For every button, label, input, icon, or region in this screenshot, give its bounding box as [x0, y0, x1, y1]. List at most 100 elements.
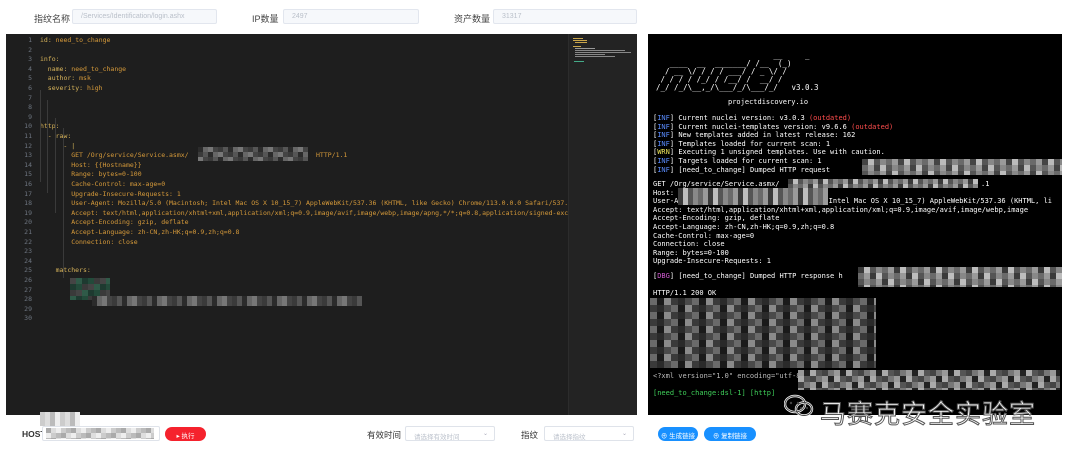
log-message: Current nuclei-templates version: v9.6.6 — [678, 122, 852, 131]
yaml-key: http: — [40, 122, 60, 131]
redacted-host-value — [46, 428, 154, 439]
yaml-editor[interactable]: 1 2 3 4 5 6 7 8 9 10 11 12 13 14 15 16 17 18 19 20 21 22 23 24 2… — [6, 34, 637, 415]
request-line: GET /Org/service/Service.asmx/ — [653, 180, 780, 188]
chevron-down-icon: ⌄ — [482, 431, 488, 437]
yaml-value: need_to_change — [67, 64, 127, 73]
code-line: http: — [40, 122, 60, 130]
log-level-tag: INF — [657, 131, 670, 140]
yaml-key: - raw: — [47, 132, 72, 140]
code-line: Accept-Encoding: gzip, deflate — [71, 218, 188, 226]
minimap-line — [575, 50, 625, 51]
copy-link-button[interactable]: ⊕ 复制链接 — [704, 427, 756, 441]
log-line: [INF] Targets loaded for current scan: 1 — [653, 157, 822, 165]
log-message: [need_to_change] Dumped HTTP request — [678, 165, 831, 174]
indent-guide — [40, 90, 41, 182]
request-line: Range: bytes=0-100 — [653, 248, 729, 257]
log-line: [INF] New templates added in latest rele… — [653, 131, 856, 140]
log-line: [WRN] Executing 1 unsigned templates. Us… — [653, 148, 885, 157]
yaml-value: GET /Org/service/Service.asmx/ — [71, 151, 189, 160]
log-level-tag: INF — [657, 157, 670, 165]
minimap-line — [575, 54, 605, 55]
code-line: GET /Org/service/Service.asmx/ — [71, 151, 188, 159]
line-number: 24 — [24, 256, 32, 265]
code-line: Upgrade-Insecure-Requests: 1 — [71, 190, 181, 198]
line-number: 15 — [24, 170, 32, 179]
minimap-line — [575, 42, 587, 43]
valid-time-select[interactable]: 请选择有效时间 ⌄ — [405, 426, 495, 441]
fingerprint-name-field[interactable]: /Services/Identification/login.ashx — [72, 9, 217, 24]
yaml-value: Accept: text/html,application/xhtml+xml,… — [71, 208, 568, 217]
logo-line: /_/ /_/\__,_/\___/_/\___/_/ v3.0.3 — [656, 83, 819, 92]
request-line: Connection: close — [653, 240, 725, 249]
code-line: name: need_to_change — [48, 65, 126, 73]
fingerprint-name-label: 指纹名称 — [34, 14, 71, 24]
log-line: [INF] Templates loaded for current scan:… — [653, 139, 831, 148]
filter-bar: 指纹名称 /Services/Identification/login.ashx… — [0, 0, 1080, 34]
code-line: severity: high — [48, 84, 103, 92]
code-line: Host: {{Hostname}} — [71, 161, 141, 169]
fingerprint-label: 指纹 — [521, 430, 539, 440]
line-number: 27 — [24, 285, 32, 294]
redacted-response-body — [650, 298, 876, 368]
valid-time-placeholder: 请选择有效时间 — [414, 434, 460, 441]
line-number: 22 — [24, 237, 32, 246]
line-number: 3 — [28, 55, 32, 64]
log-level-tag: INF — [657, 114, 670, 122]
asset-count-field[interactable]: 31317 — [493, 9, 637, 24]
line-number: 19 — [24, 208, 32, 217]
line-number: 30 — [24, 314, 32, 323]
yaml-key: id: — [40, 36, 52, 44]
log-line: [INF] [need_to_change] Dumped HTTP reque… — [653, 165, 831, 174]
line-number: 10 — [24, 122, 32, 131]
line-number: 8 — [28, 103, 32, 112]
yaml-value: Accept-Encoding: gzip, deflate — [71, 218, 189, 227]
line-number: 1 — [28, 36, 32, 44]
log-level-tag: WRN — [657, 148, 670, 157]
yaml-key: author: — [47, 74, 76, 83]
log-message: Targets loaded for current scan: 1 — [678, 157, 822, 165]
line-number: 6 — [28, 84, 32, 92]
yaml-key: name: — [47, 64, 68, 73]
log-line: [INF] Current nuclei version: v3.0.3 (ou… — [653, 114, 852, 122]
watermark-text: 马赛克安全实验室 — [819, 400, 1037, 431]
code-line: - | — [63, 142, 75, 150]
run-button[interactable]: ▸ 执行 — [165, 427, 206, 441]
link-icon: ⊕ — [660, 433, 670, 440]
dbg-line: [DBG] [need_to_change] Dumped HTTP respo… — [653, 272, 843, 280]
editor-minimap[interactable] — [568, 34, 637, 415]
request-line: Accept-Language: zh-CN,zh-HK;q=0.9,zh;q=… — [653, 223, 835, 231]
code-line: author: msk — [48, 74, 91, 82]
match-result-line: [need_to_change:dsl-1] [http] — [653, 389, 776, 397]
code-line: Connection: close — [71, 238, 138, 246]
line-number: 29 — [24, 304, 32, 313]
redacted-matcher-line — [92, 296, 362, 306]
copy-icon: ⊕ — [712, 433, 722, 440]
request-line: Cache-Control: max-age=0 — [653, 231, 755, 240]
request-line: Host: — [653, 188, 675, 197]
nuclei-terminal-output: __ _ ____ __ _______/ /__ (_) / __ \/ / … — [648, 34, 1062, 415]
log-message: Templates loaded for current scan: 1 — [678, 139, 831, 148]
yaml-value: need_to_change — [51, 36, 111, 44]
generate-link-button[interactable]: ⊕ 生成链接 — [658, 427, 698, 441]
line-number: 16 — [24, 180, 32, 188]
code-line: matchers: — [56, 266, 91, 274]
fingerprint-placeholder: 请选择指纹 — [553, 434, 586, 441]
run-button-label: 执行 — [181, 433, 195, 440]
fingerprint-select[interactable]: 请选择指纹 ⌄ — [544, 426, 634, 441]
request-line-end: .1 — [981, 180, 990, 188]
line-number: 4 — [28, 64, 32, 73]
yaml-value: Upgrade-Insecure-Requests: 1 — [71, 189, 181, 198]
outdated-flag: (outdated) — [808, 114, 852, 122]
ip-count-field[interactable]: 2497 — [283, 9, 419, 24]
code-line: Accept-Language: zh-CN,zh-HK;q=0.9,zh;q=… — [71, 228, 239, 236]
line-number: 26 — [24, 276, 32, 284]
log-message: [need_to_change] Dumped HTTP response h — [678, 272, 843, 280]
yaml-value: Range: bytes=0-100 — [71, 170, 142, 179]
line-number: 20 — [24, 218, 32, 227]
minimap-line — [573, 40, 587, 41]
code-area[interactable]: id: need_to_change info: name: need_to_cha… — [40, 34, 568, 415]
line-number: 12 — [24, 141, 32, 150]
indent-guide — [63, 128, 64, 278]
request-ua-fragment: h; Intel Mac OS X 10_15_7) AppleWebKit/5… — [816, 197, 1053, 205]
line-number: 7 — [28, 93, 32, 102]
